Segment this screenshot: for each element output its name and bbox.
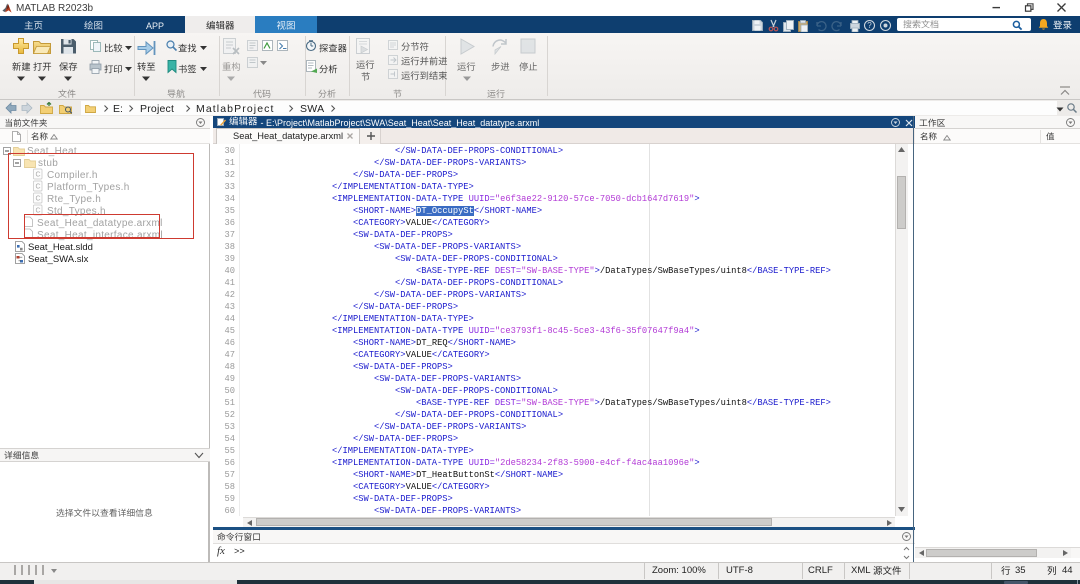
svg-text:?: ? — [867, 21, 872, 30]
